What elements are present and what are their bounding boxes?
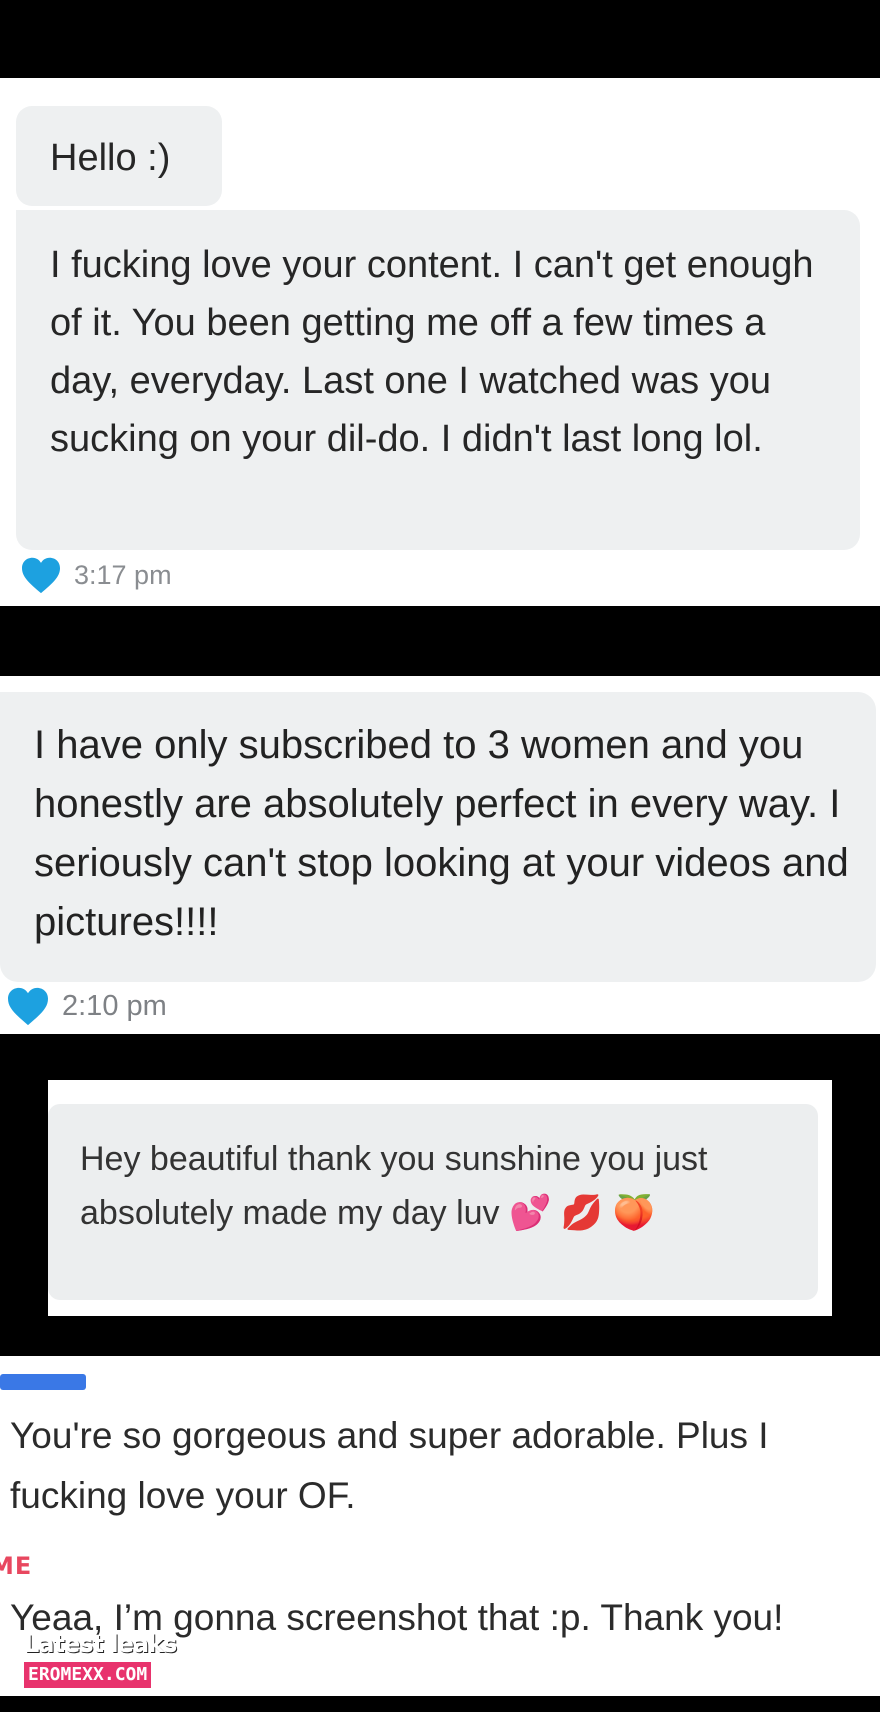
screenshot-collage: Hello :) I fucking love your content. I … xyxy=(0,0,880,1712)
heart-icon[interactable] xyxy=(6,986,50,1026)
message-meta: 2:10 pm xyxy=(6,986,167,1026)
me-label: ME xyxy=(0,1552,33,1580)
chat-panel-3: Hey beautiful thank you sunshine you jus… xyxy=(48,1080,832,1316)
chat-panel-1: Hello :) I fucking love your content. I … xyxy=(0,78,880,606)
watermark: Latest leaks EROMEXX.COM xyxy=(24,1630,177,1688)
message-text: Hello :) xyxy=(50,137,171,179)
message-text: Hey beautiful thank you sunshine you jus… xyxy=(80,1132,808,1240)
sender-name-redacted xyxy=(0,1374,86,1390)
message-bubble-greeting: Hello :) xyxy=(16,106,222,206)
message-bubble: Hey beautiful thank you sunshine you jus… xyxy=(48,1104,818,1300)
emoji-reactions: 💕 💋 🍑 xyxy=(509,1194,655,1232)
chat-panel-2: I have only subscribed to 3 women and yo… xyxy=(0,676,880,1034)
message-time: 2:10 pm xyxy=(62,989,167,1022)
heart-icon[interactable] xyxy=(20,556,62,594)
watermark-site: EROMEXX.COM xyxy=(24,1662,152,1688)
message-bubble: I have only subscribed to 3 women and yo… xyxy=(0,692,876,982)
message-time: 3:17 pm xyxy=(74,559,172,590)
message-text: I fucking love your content. I can't get… xyxy=(50,244,814,460)
message-bubble: I fucking love your content. I can't get… xyxy=(16,210,860,550)
message-text: I have only subscribed to 3 women and yo… xyxy=(34,723,849,944)
watermark-title: Latest leaks xyxy=(24,1630,177,1658)
message-meta: 3:17 pm xyxy=(20,556,172,594)
incoming-message: You're so gorgeous and super adorable. P… xyxy=(10,1415,769,1516)
